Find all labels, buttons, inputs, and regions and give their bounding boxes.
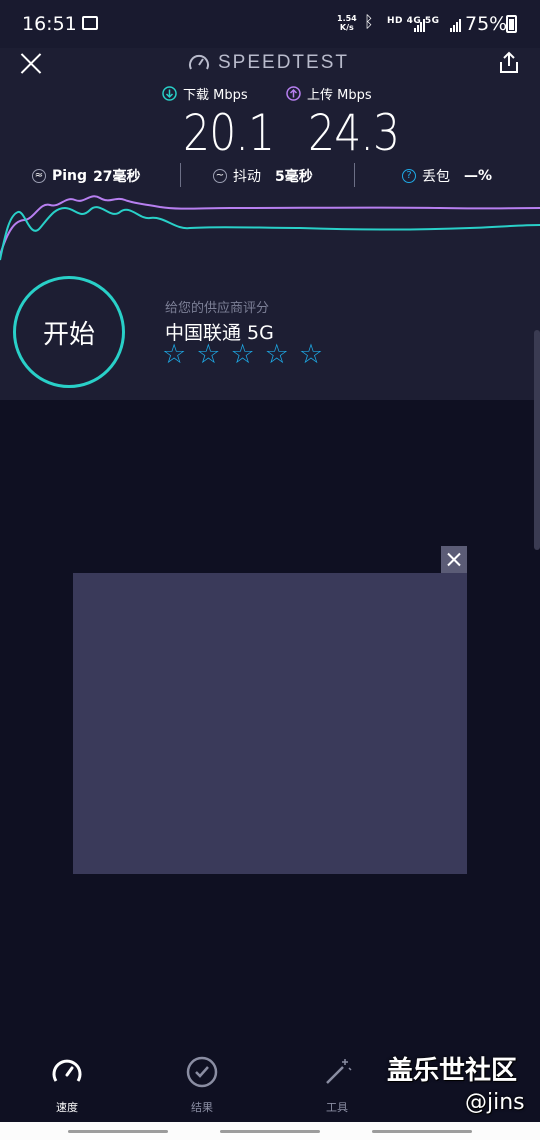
nav-handle[interactable]	[220, 1130, 320, 1133]
ad-close-button[interactable]	[441, 546, 467, 573]
upload-line	[0, 195, 540, 256]
ping-icon: ≈	[32, 169, 46, 183]
upload-arrow-icon	[286, 86, 301, 101]
bluetooth-icon: ᛒ	[364, 12, 374, 31]
star-icon[interactable]: ☆	[265, 340, 289, 370]
star-icon[interactable]: ☆	[230, 340, 254, 370]
download-line	[0, 206, 540, 261]
gauge-icon	[189, 54, 209, 70]
network-speed: 1.54 K/s	[337, 14, 357, 32]
magic-wand-icon	[326, 1059, 352, 1084]
watermark-handle: @jins	[465, 1090, 525, 1115]
packet-loss-stat: ? 丢包 —%	[402, 166, 492, 186]
jitter-icon: ~	[213, 169, 227, 183]
rate-provider-prompt: 给您的供应商评分	[165, 301, 270, 316]
signal-icon	[414, 18, 425, 32]
speed-graph	[0, 195, 540, 261]
signal-icon	[450, 18, 461, 32]
tab-tools[interactable]: 工具	[297, 1056, 377, 1115]
star-icon[interactable]: ☆	[196, 340, 220, 370]
ping-stat: ≈ Ping 27毫秒	[32, 166, 141, 186]
close-icon[interactable]	[20, 52, 42, 74]
nav-handle[interactable]	[68, 1130, 168, 1133]
upload-label: 上传 Mbps	[286, 84, 372, 103]
star-icon[interactable]: ☆	[162, 340, 186, 370]
watermark: 盖乐世社区	[387, 1056, 518, 1086]
tab-results[interactable]: 结果	[162, 1056, 242, 1115]
download-arrow-icon	[162, 86, 177, 101]
download-label: 下载 Mbps	[162, 84, 248, 103]
battery-icon	[506, 15, 517, 33]
clock: 16:51	[22, 13, 77, 35]
battery-percent: 75%	[465, 13, 508, 35]
check-circle-icon	[186, 1056, 218, 1088]
nav-handle[interactable]	[372, 1130, 472, 1133]
app-title: SPEEDTEST	[188, 52, 349, 74]
status-bar: 16:51 1.54 K/s ᛒ HD 4G 5G 75%	[0, 0, 540, 48]
divider	[354, 163, 355, 187]
star-icon[interactable]: ☆	[299, 340, 323, 370]
ad-banner[interactable]	[73, 573, 467, 874]
help-icon: ?	[402, 169, 416, 183]
start-button[interactable]: 开始	[13, 276, 125, 388]
share-icon[interactable]	[496, 50, 522, 76]
download-value: 20.1	[183, 104, 275, 162]
jitter-stat: ~ 抖动 5毫秒	[213, 166, 313, 186]
speedometer-icon	[52, 1059, 82, 1082]
scrollbar[interactable]	[534, 330, 540, 550]
tab-speed[interactable]: 速度	[27, 1056, 107, 1115]
upload-value: 24.3	[308, 104, 400, 162]
gallery-notification-icon	[82, 16, 98, 30]
divider	[180, 163, 181, 187]
system-nav-bar	[0, 1122, 540, 1140]
rating-stars: ☆ ☆ ☆ ☆ ☆	[162, 340, 323, 370]
